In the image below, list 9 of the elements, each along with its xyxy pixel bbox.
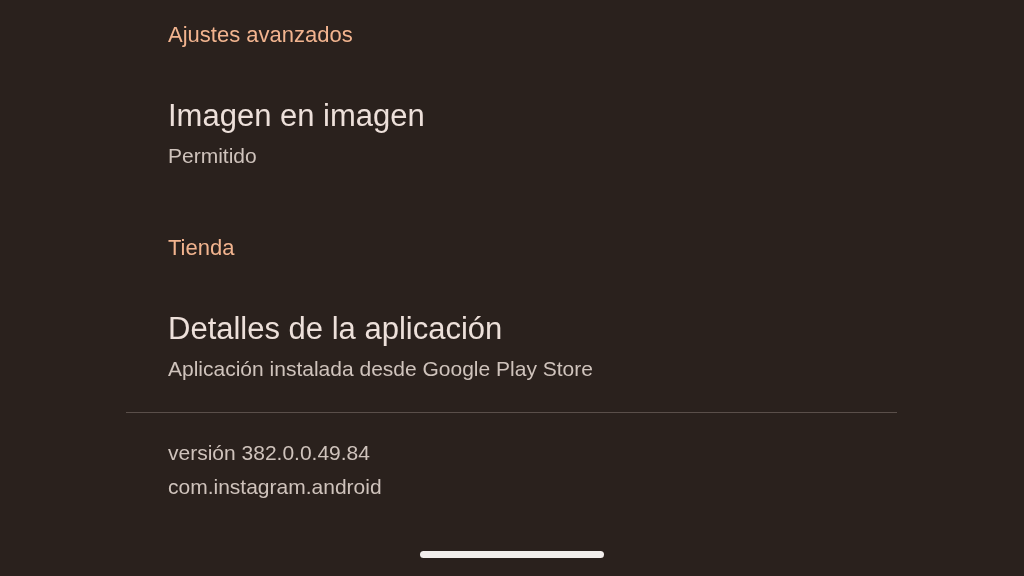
setting-title[interactable]: Imagen en imagen [168,97,425,135]
footer-text: com.instagram.android [168,474,382,500]
section-header: Ajustes avanzados [168,22,353,48]
home-indicator[interactable] [420,551,604,558]
setting-summary: Aplicación instalada desde Google Play Store [168,356,593,381]
setting-summary: Permitido [168,143,257,168]
footer-text: versión 382.0.0.49.84 [168,440,370,466]
section-header: Tienda [168,235,235,261]
setting-title[interactable]: Detalles de la aplicación [168,310,503,348]
